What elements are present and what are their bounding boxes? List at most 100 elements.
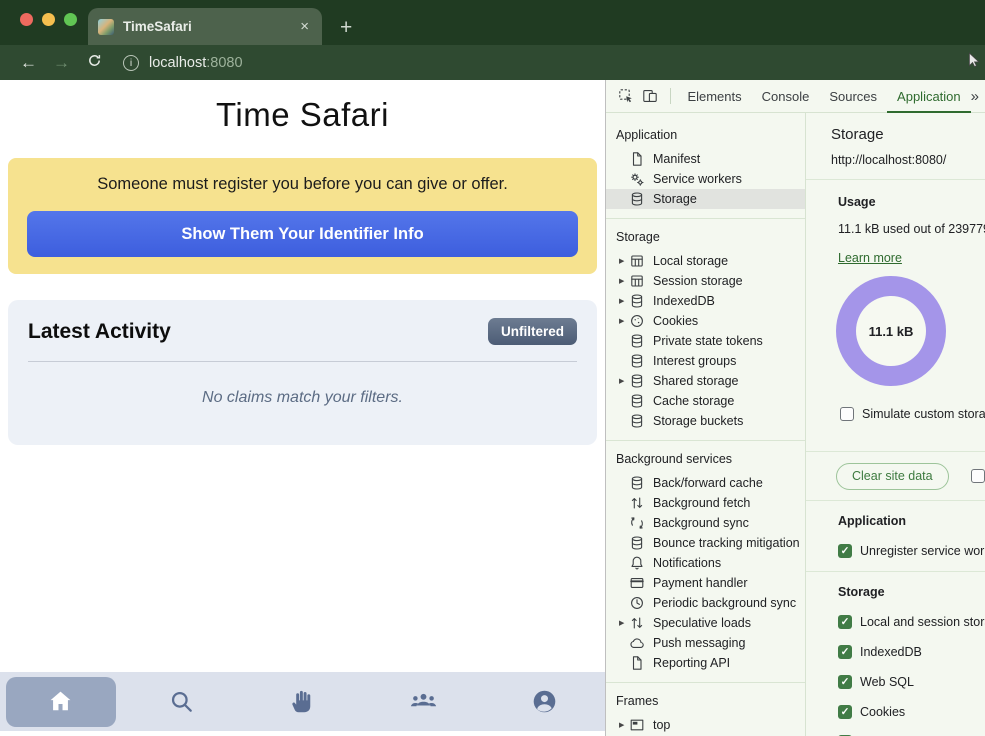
tab-console[interactable]: Console	[752, 80, 820, 113]
usage-donut-label: 11.1 kB	[856, 296, 926, 366]
sidebar-item-background-fetch[interactable]: Background fetch	[606, 493, 805, 513]
sidebar-item-shared-storage[interactable]: Shared storage	[606, 371, 805, 391]
sidebar-item-label: Reporting API	[653, 656, 730, 670]
device-toolbar-button[interactable]	[638, 83, 662, 109]
checkbox-row-web-sql: Web SQL	[838, 675, 985, 689]
browser-window: TimeSafari localhost:8080 Time Safari	[0, 0, 985, 736]
url-port: :8080	[206, 55, 242, 71]
tab-application[interactable]: Application	[887, 80, 971, 113]
including-cookies-checkbox[interactable]	[971, 469, 985, 483]
sidebar-item-storage-buckets[interactable]: Storage buckets	[606, 411, 805, 431]
sidebar-item-label: Storage	[653, 192, 697, 206]
inspect-element-button[interactable]	[614, 83, 638, 109]
site-info-icon[interactable]	[123, 55, 139, 71]
database-icon	[629, 475, 645, 491]
simulate-quota-checkbox[interactable]	[840, 407, 854, 421]
sidebar-item-storage[interactable]: Storage	[606, 189, 805, 209]
expand-caret-icon[interactable]	[619, 317, 629, 325]
indexeddb-checkbox[interactable]	[838, 645, 852, 659]
tab-title: TimeSafari	[123, 19, 297, 34]
more-tabs-icon[interactable]	[971, 88, 979, 105]
sidebar-item-session-storage[interactable]: Session storage	[606, 271, 805, 291]
sidebar-item-label: Local storage	[653, 254, 728, 268]
browser-tabstrip: TimeSafari	[0, 0, 985, 45]
new-tab-button[interactable]	[340, 17, 352, 38]
database-icon	[629, 333, 645, 349]
tab-close-icon[interactable]	[297, 18, 312, 35]
nav-home-button[interactable]	[0, 672, 121, 731]
browser-tab-timesafari[interactable]: TimeSafari	[88, 8, 322, 45]
expand-caret-icon[interactable]	[619, 277, 629, 285]
local-and-session-storage-checkbox[interactable]	[838, 615, 852, 629]
empty-claims-message: No claims match your filters.	[8, 389, 597, 407]
updown-icon	[629, 495, 645, 511]
sidebar-item-label: Periodic background sync	[653, 596, 796, 610]
unregister-service-workers-checkbox[interactable]	[838, 544, 852, 558]
maximize-window-button[interactable]	[64, 13, 77, 26]
sidebar-item-label: Service workers	[653, 172, 742, 186]
sidebar-item-periodic-background-sync[interactable]: Periodic background sync	[606, 593, 805, 613]
latest-activity-title: Latest Activity	[28, 320, 171, 344]
sidebar-item-cookies[interactable]: Cookies	[606, 311, 805, 331]
table-icon	[629, 253, 645, 269]
sidebar-item-reporting-api[interactable]: Reporting API	[606, 653, 805, 673]
table-icon	[629, 273, 645, 289]
active-nav-highlight	[6, 677, 116, 727]
nav-search-button[interactable]	[121, 672, 242, 731]
expand-caret-icon[interactable]	[619, 619, 629, 627]
sidebar-item-bounce-tracking-mitigation[interactable]: Bounce tracking mitigation	[606, 533, 805, 553]
sidebar-item-cache-storage[interactable]: Cache storage	[606, 391, 805, 411]
sidebar-item-payment-handler[interactable]: Payment handler	[606, 573, 805, 593]
sidebar-item-label: Shared storage	[653, 374, 738, 388]
sidebar-item-push-messaging[interactable]: Push messaging	[606, 633, 805, 653]
expand-caret-icon[interactable]	[619, 297, 629, 305]
sync-icon	[629, 515, 645, 531]
sidebar-item-speculative-loads[interactable]: Speculative loads	[606, 613, 805, 633]
toolbar-divider	[670, 88, 671, 104]
database-icon	[629, 393, 645, 409]
expand-caret-icon[interactable]	[619, 721, 629, 729]
nav-offers-button[interactable]	[242, 672, 363, 731]
checkbox-label: Local and session storage	[860, 615, 985, 629]
unfiltered-badge[interactable]: Unfiltered	[488, 318, 577, 345]
learn-more-link[interactable]: Learn more	[838, 251, 902, 265]
device-toolbar-icon	[642, 88, 658, 104]
show-identifier-button[interactable]: Show Them Your Identifier Info	[27, 211, 578, 257]
updown-icon	[629, 615, 645, 631]
sidebar-section-title-storage: Storage	[606, 219, 805, 251]
sidebar-item-back-forward-cache[interactable]: Back/forward cache	[606, 473, 805, 493]
sidebar-item-label: Background fetch	[653, 496, 750, 510]
inspect-icon	[618, 88, 634, 104]
expand-caret-icon[interactable]	[619, 377, 629, 385]
reload-icon	[87, 53, 102, 68]
sidebar-item-background-sync[interactable]: Background sync	[606, 513, 805, 533]
minimize-window-button[interactable]	[42, 13, 55, 26]
sidebar-item-top[interactable]: top	[606, 715, 805, 735]
sidebar-item-interest-groups[interactable]: Interest groups	[606, 351, 805, 371]
tab-sources[interactable]: Sources	[819, 80, 887, 113]
panel-title: Storage	[831, 126, 977, 143]
cookies-checkbox[interactable]	[838, 705, 852, 719]
tab-elements[interactable]: Elements	[677, 80, 751, 113]
sidebar-item-notifications[interactable]: Notifications	[606, 553, 805, 573]
nav-profile-button[interactable]	[484, 672, 605, 731]
sidebar-item-private-state-tokens[interactable]: Private state tokens	[606, 331, 805, 351]
nav-contacts-button[interactable]	[363, 672, 484, 731]
reload-button[interactable]	[78, 53, 111, 73]
tab-favicon	[98, 19, 114, 35]
sidebar-item-indexeddb[interactable]: IndexedDB	[606, 291, 805, 311]
expand-caret-icon[interactable]	[619, 257, 629, 265]
sidebar-item-local-storage[interactable]: Local storage	[606, 251, 805, 271]
address-bar[interactable]: localhost:8080	[123, 54, 243, 72]
database-icon	[629, 191, 645, 207]
back-button[interactable]	[12, 53, 45, 73]
sidebar-item-label: Payment handler	[653, 576, 748, 590]
sidebar-item-manifest[interactable]: Manifest	[606, 149, 805, 169]
clear-site-data-button[interactable]: Clear site data	[836, 463, 949, 490]
close-window-button[interactable]	[20, 13, 33, 26]
devtools-tabbar: Elements Console Sources Application	[606, 80, 985, 113]
storage-section-heading: Storage	[838, 585, 985, 599]
web-sql-checkbox[interactable]	[838, 675, 852, 689]
forward-button[interactable]	[45, 53, 78, 73]
sidebar-item-service-workers[interactable]: Service workers	[606, 169, 805, 189]
